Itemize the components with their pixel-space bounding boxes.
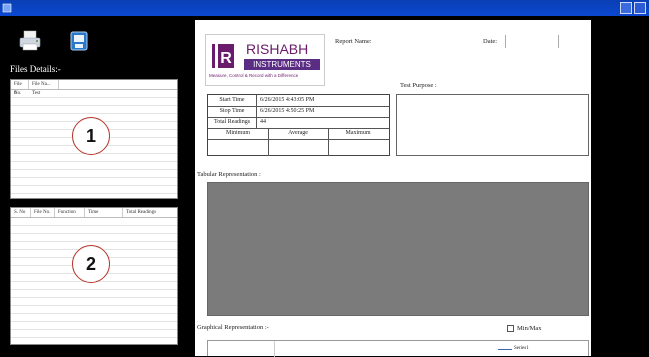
report-name-label: Report Name: [335,38,372,45]
file-name-cell: Test [32,91,41,96]
callout-badge-2: 2 [72,245,110,283]
test-purpose-label: Test Purpose : [400,82,437,89]
list-item [11,322,177,330]
window-titlebar [0,0,649,16]
left-panel: Files Details:- File No. File Na... 0 Te… [0,16,182,356]
total-readings-value: 44 [260,119,266,125]
average-header: Average [288,130,308,136]
list-item [11,330,177,338]
list-item [11,186,177,194]
close-button[interactable] [634,2,646,14]
list-item [11,154,177,162]
column-header[interactable]: File No. [11,80,29,96]
list-item [11,314,177,322]
min-max-label: Min/Max [517,325,542,332]
column-header[interactable]: Function [55,208,85,217]
report-preview: R RISHABH INSTRUMENTS Measure, Control &… [195,20,591,357]
logo-subtitle: INSTRUMENTS [244,59,320,70]
graph-axis [274,341,275,357]
restore-button[interactable] [620,2,632,14]
test-purpose-box[interactable] [396,94,589,156]
column-header-spacer [59,80,177,89]
files-list-header: File No. File Na... [11,80,177,96]
table-divider [328,128,329,156]
minimum-header: Minimum [225,130,250,136]
graphical-representation-label: Graphical Representation :- [197,324,269,331]
start-time-label: Start Time [208,95,257,106]
list-item [11,106,177,114]
list-item [11,306,177,314]
logo-brand: RISHABH [246,41,309,57]
export-icon[interactable] [70,31,88,51]
logo-tagline: Measure, Control & Record with a Differe… [209,73,299,78]
files-details-label: Files Details:- [10,64,61,74]
list-item [11,226,177,234]
list-item [11,290,177,298]
callout-badge-1: 1 [72,117,110,155]
file-no-cell: 0 [14,91,17,96]
stop-time-label: Stop Time [208,106,257,117]
column-header[interactable]: S. No [11,208,31,217]
column-header[interactable]: Time [85,208,123,217]
column-header[interactable]: File No. [31,208,55,217]
app-icon [2,3,12,13]
list-item [11,98,177,106]
list-item [11,282,177,290]
summary-table: Start Time 6/26/2015 4:43:05 PM Stop Tim… [207,94,390,156]
column-header[interactable]: File Na... [29,80,59,89]
list-item [11,298,177,306]
list-item [11,162,177,170]
company-logo: R RISHABH INSTRUMENTS Measure, Control &… [205,34,325,86]
table-divider [268,128,269,156]
maximum-header: Maximum [345,130,371,136]
column-header[interactable]: Total Readings [123,208,177,217]
print-icon[interactable] [18,30,42,52]
svg-text:R: R [220,50,232,67]
legend-swatch [498,349,512,350]
list-item[interactable]: 0 Test [11,90,177,98]
tabular-representation-label: Tabular Representation : [197,171,261,178]
rishabh-logo-icon: R [210,41,240,71]
table-divider [208,139,389,140]
list-item [11,218,177,226]
total-readings-label: Total Readings [208,117,257,128]
legend-label: Series1 [514,346,529,351]
graph-area: Series1 [207,340,589,357]
min-max-checkbox[interactable] [507,325,514,332]
date-field[interactable] [505,35,559,48]
date-label: Date: [483,38,498,45]
start-time-value: 6/26/2015 4:43:05 PM [260,97,315,103]
list-item [11,234,177,242]
list-item [11,170,177,178]
tabular-area [207,182,589,316]
list-item [11,178,177,186]
readings-list-header: S. No File No. Function Time Total Readi… [11,208,177,218]
stop-time-value: 6/26/2015 4:50:25 PM [260,108,315,114]
